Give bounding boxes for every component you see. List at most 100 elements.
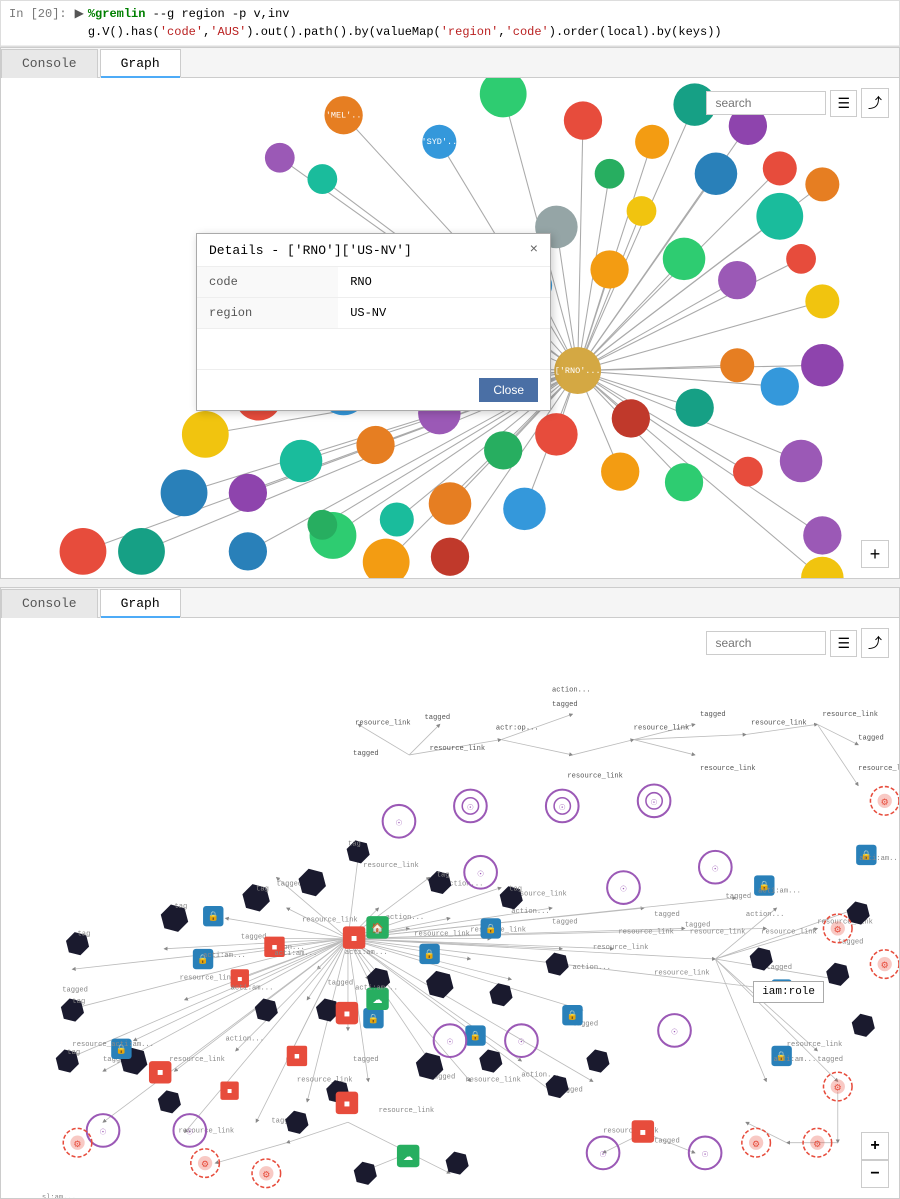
tag-node-28[interactable] (441, 1147, 473, 1179)
tag-node-23[interactable] (582, 1045, 614, 1077)
node-dfw3[interactable] (612, 399, 650, 437)
tag-node-26[interactable] (847, 1009, 879, 1041)
bottom-nodes[interactable]: 🔒 🔒 🔒 🔒 🔒 🔒 🔒 🔒 🔒 🔒 (36, 687, 899, 1198)
svg-text:tagged: tagged (726, 893, 752, 901)
node-syd3[interactable] (564, 101, 602, 139)
node-atl3[interactable] (733, 457, 763, 487)
node-atl4[interactable] (780, 440, 823, 483)
node-iad2[interactable] (761, 367, 799, 405)
top-search-input[interactable] (706, 91, 826, 115)
node-green-top[interactable] (480, 78, 527, 117)
node-sfo2[interactable] (280, 440, 323, 483)
node-mel[interactable] (324, 96, 362, 134)
tab-console-top[interactable]: Console (1, 49, 98, 78)
node-yap[interactable] (627, 196, 657, 226)
svg-text:☉: ☉ (650, 799, 657, 808)
svg-text:🔒: 🔒 (567, 1010, 578, 1021)
node-oak3[interactable] (590, 250, 628, 288)
svg-text:tagged: tagged (552, 918, 578, 926)
node-dfw4[interactable] (676, 389, 714, 427)
node-sap[interactable] (635, 125, 669, 159)
node-sfo[interactable] (356, 426, 394, 464)
tag-node-29[interactable] (349, 1157, 381, 1189)
svg-text:🔒: 🔒 (485, 923, 496, 934)
bottom-expand-btn[interactable]: ⤴ (861, 628, 889, 658)
zoom-out-btn[interactable]: − (861, 1160, 889, 1188)
node-gap[interactable] (595, 159, 625, 189)
modal-close-x[interactable]: × (530, 242, 538, 258)
node-mia[interactable] (503, 488, 546, 531)
label-acti4: acti:am... (274, 950, 317, 958)
red-gear-node-2[interactable]: ⚙ (191, 1149, 220, 1178)
svg-text:⚙: ⚙ (73, 1139, 81, 1150)
modal-title: Details - ['RNO']['US-NV'] (209, 243, 412, 258)
red-gear-node-3[interactable]: ⚙ (252, 1159, 281, 1188)
tag-node-15[interactable] (541, 948, 573, 980)
node-oak6[interactable] (118, 528, 165, 575)
node-syd[interactable] (422, 125, 456, 159)
svg-text:⚙: ⚙ (201, 1159, 209, 1170)
tab-graph-bottom[interactable]: Graph (100, 589, 181, 618)
top-graph-panel: Console Graph ☰ ⤴ + (0, 47, 900, 579)
node-nap[interactable] (763, 151, 797, 185)
node-atl[interactable] (601, 452, 639, 490)
node-tul4[interactable] (805, 284, 839, 318)
node-iad[interactable] (720, 348, 754, 382)
node-map[interactable] (805, 167, 839, 201)
node-sap3[interactable] (695, 152, 738, 195)
svg-text:resource_link: resource_link (363, 862, 419, 870)
node-ord4[interactable] (161, 469, 208, 516)
tab-graph-top[interactable]: Graph (100, 49, 181, 78)
node-rno[interactable] (554, 347, 601, 394)
node-tul3[interactable] (786, 244, 816, 274)
node-dfw2[interactable] (535, 413, 578, 456)
tab-console-bottom[interactable]: Console (1, 589, 98, 618)
top-plus-btn[interactable]: + (861, 540, 889, 568)
cell-input: In [20]: ▶ %gremlin --g region -p v,inv … (1, 1, 899, 46)
label-tag6: tag (348, 841, 361, 849)
node-syd2[interactable] (307, 164, 337, 194)
modal-close-btn[interactable]: Close (479, 378, 538, 402)
red-gear-node-9[interactable]: ⚙ (870, 787, 899, 816)
node-oak4[interactable] (307, 510, 337, 540)
red-gear-node-8[interactable]: ⚙ (870, 950, 899, 979)
node-dfw[interactable] (484, 431, 522, 469)
node-arv[interactable] (265, 143, 295, 173)
node-jfk[interactable] (803, 516, 841, 554)
run-icon[interactable]: ▶ (75, 5, 84, 23)
svg-text:⚙: ⚙ (881, 797, 889, 808)
label-acti2: acti:am... (111, 1041, 154, 1049)
node-pdx[interactable] (60, 528, 107, 575)
top-expand-btn[interactable]: ⤴ (861, 88, 889, 118)
node-mia2[interactable] (429, 482, 472, 525)
zoom-in-btn[interactable]: + (861, 1132, 889, 1160)
node-iad3[interactable] (801, 344, 844, 387)
zoom-controls: + − (861, 1132, 889, 1188)
svg-text:action...: action... (226, 1036, 264, 1044)
bottom-list-btn[interactable]: ☰ (830, 630, 857, 657)
node-atl2[interactable] (665, 463, 703, 501)
top-list-btn[interactable]: ☰ (830, 90, 857, 117)
node-jfk2[interactable] (801, 557, 844, 578)
node-rap[interactable] (756, 193, 803, 240)
tag-node-25[interactable] (822, 958, 854, 990)
node-den2[interactable] (431, 538, 469, 576)
svg-text:■: ■ (157, 1068, 163, 1079)
bottom-search-input[interactable] (706, 631, 826, 655)
node-tul[interactable] (663, 238, 706, 281)
node-oak5[interactable] (229, 532, 267, 570)
svg-text:🔒: 🔒 (208, 911, 219, 922)
node-aus[interactable] (380, 502, 414, 536)
iam-role-tooltip: iam:role (753, 981, 824, 1003)
tag-node-14[interactable] (485, 979, 517, 1011)
tag-node-20[interactable] (154, 1086, 186, 1118)
svg-text:tagged: tagged (654, 1138, 680, 1146)
top-tabs: Console Graph (1, 48, 899, 78)
node-ord2[interactable] (182, 411, 229, 458)
label-rl6: resource_link (858, 765, 899, 773)
node-ord3[interactable] (229, 474, 267, 512)
node-den[interactable] (363, 539, 410, 578)
tag-node-17[interactable] (475, 1045, 507, 1077)
bottom-search-bar: ☰ ⤴ (706, 628, 889, 658)
node-tul2[interactable] (718, 261, 756, 299)
